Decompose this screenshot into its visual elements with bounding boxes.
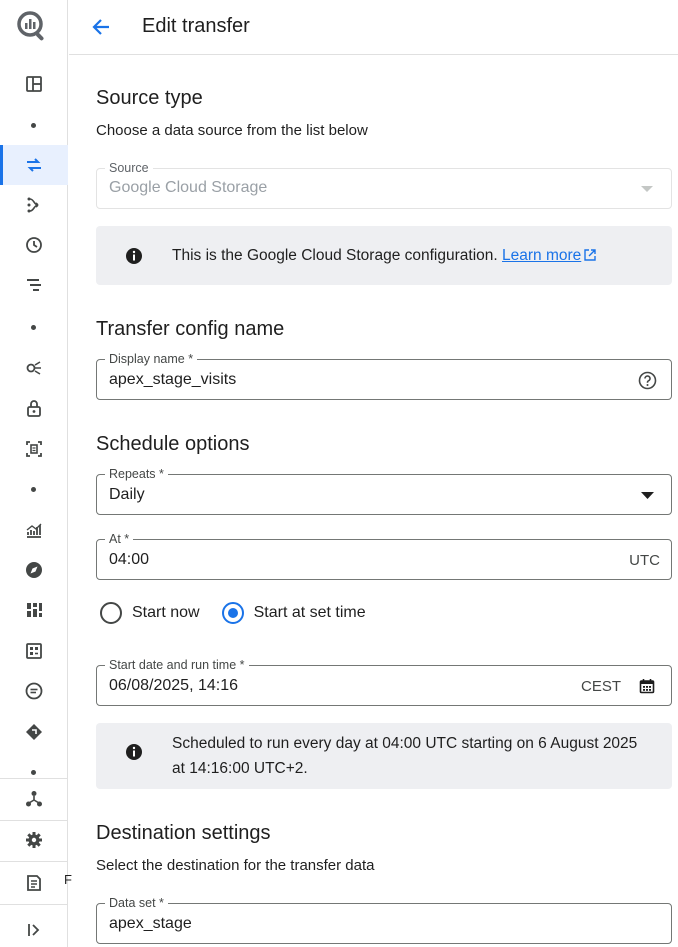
at-timezone-suffix: UTC — [629, 552, 660, 569]
data-quality-icon[interactable] — [0, 671, 68, 711]
learn-more-link[interactable]: Learn more — [502, 247, 596, 264]
schedule-info-box: Scheduled to run every day at 04:00 UTC … — [96, 723, 672, 789]
capacity-icon[interactable] — [0, 429, 68, 469]
dataset-label: Data set * — [105, 896, 168, 910]
security-icon[interactable] — [0, 388, 68, 428]
radio-circle-selected[interactable] — [221, 602, 244, 624]
back-arrow-icon[interactable] — [88, 14, 114, 40]
repeats-value: Daily — [109, 486, 145, 503]
destination-settings-subtitle: Select the destination for the transfer … — [96, 857, 375, 874]
explore-icon[interactable] — [0, 550, 68, 590]
display-name-field[interactable]: Display name * apex_stage_visits — [96, 352, 672, 400]
learn-more-label: Learn more — [502, 247, 582, 264]
dataset-field[interactable]: Data set * apex_stage — [96, 896, 672, 944]
settings-icon[interactable] — [0, 820, 68, 860]
rail-divider — [0, 904, 68, 905]
schedule-options-title: Schedule options — [96, 433, 250, 455]
config-name-title: Transfer config name — [96, 318, 285, 340]
left-nav-rail: F — [0, 0, 72, 947]
dataset-icon[interactable] — [0, 631, 68, 671]
at-time-field[interactable]: At * 04:00 UTC — [96, 532, 672, 580]
rail-divider — [0, 861, 68, 862]
rail-separator-dot — [31, 770, 36, 775]
start-date-field[interactable]: Start date and run time * 06/08/2025, 14… — [96, 658, 672, 706]
start-date-label: Start date and run time * — [105, 658, 249, 672]
overview-icon[interactable] — [0, 64, 68, 104]
at-label: At * — [105, 532, 134, 546]
repeats-select[interactable]: Repeats * Daily — [96, 467, 672, 515]
analytics-icon[interactable] — [0, 510, 68, 550]
start-date-timezone-suffix: CEST — [580, 678, 621, 695]
external-link-icon — [584, 249, 596, 261]
info-icon — [126, 744, 142, 760]
source-info-text: This is the Google Cloud Storage configu… — [172, 247, 498, 264]
start-now-label: Start now — [132, 604, 200, 621]
source-value: Google Cloud Storage — [109, 179, 268, 196]
dropdown-arrow-icon — [637, 485, 657, 505]
release-notes-icon[interactable] — [0, 863, 68, 903]
page-title: Edit transfer — [142, 15, 250, 37]
destination-settings-title: Destination settings — [96, 822, 271, 844]
jobs-icon[interactable] — [0, 265, 68, 305]
rail-separator-dot — [31, 123, 36, 128]
help-icon[interactable] — [637, 370, 657, 390]
info-icon — [126, 248, 142, 264]
calendar-icon[interactable] — [637, 676, 657, 696]
repeats-label: Repeats * — [105, 467, 168, 481]
dataset-value: apex_stage — [109, 915, 192, 932]
start-set-time-label: Start at set time — [253, 604, 366, 621]
display-name-label: Display name * — [105, 352, 198, 366]
start-options-radio-group: Start now Start at set time — [100, 600, 366, 626]
connections-icon[interactable] — [0, 779, 68, 819]
transfers-icon[interactable] — [0, 145, 68, 185]
start-now-radio[interactable]: Start now — [100, 602, 200, 624]
source-select[interactable]: Source Google Cloud Storage — [96, 161, 672, 209]
pipelines-icon[interactable] — [0, 185, 68, 225]
partner-icon[interactable] — [0, 712, 68, 752]
schedule-info-line2: at 14:16:00 UTC+2. — [172, 760, 308, 777]
rail-cut-label: F — [64, 872, 72, 887]
source-type-title: Source type — [96, 87, 203, 109]
start-set-time-radio[interactable]: Start at set time — [221, 602, 366, 624]
source-label: Source — [105, 161, 153, 175]
schedule-info-line1: Scheduled to run every day at 04:00 UTC … — [172, 735, 638, 752]
source-info-box: This is the Google Cloud Storage configu… — [96, 226, 672, 285]
dashboards-icon[interactable] — [0, 590, 68, 630]
display-name-value: apex_stage_visits — [109, 371, 237, 388]
bigquery-logo[interactable] — [14, 8, 50, 44]
radio-circle[interactable] — [100, 602, 122, 624]
dropdown-arrow-icon — [637, 179, 657, 199]
start-date-value: 06/08/2025, 14:16 — [109, 677, 239, 694]
scheduled-icon[interactable] — [0, 225, 68, 265]
sharing-icon[interactable] — [0, 348, 68, 388]
rail-separator-dot — [31, 487, 36, 492]
expand-icon[interactable] — [0, 910, 68, 947]
source-type-subtitle: Choose a data source from the list below — [96, 122, 368, 139]
rail-separator-dot — [31, 325, 36, 330]
page-header: Edit transfer — [69, 0, 678, 55]
at-value: 04:00 — [109, 551, 150, 568]
